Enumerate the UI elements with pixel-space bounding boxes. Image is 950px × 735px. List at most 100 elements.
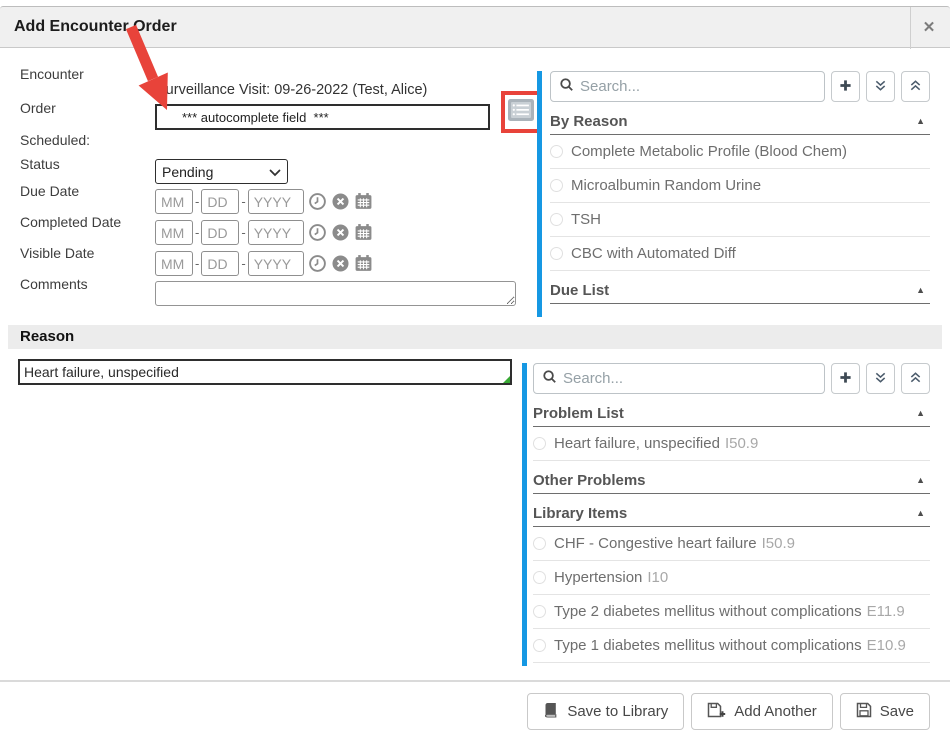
date-separator: - — [241, 256, 245, 271]
visible-date-year-input[interactable] — [248, 251, 304, 276]
calendar-icon[interactable] — [354, 192, 373, 211]
expand-all-button[interactable] — [866, 363, 895, 394]
visible-date-day-input[interactable] — [201, 251, 239, 276]
reason-search-input[interactable] — [563, 370, 816, 387]
library-item[interactable]: Hypertension I10 — [533, 561, 930, 595]
section-header-due-list[interactable]: Due List ▲ — [550, 277, 930, 304]
clock-icon[interactable] — [308, 254, 327, 273]
icd-code: E10.9 — [867, 637, 906, 654]
library-item[interactable]: Type 1 diabetes mellitus without complic… — [533, 629, 930, 663]
save-plus-icon — [707, 702, 726, 722]
order-search-row — [550, 71, 930, 102]
collapse-arrow-icon: ▲ — [916, 116, 930, 126]
section-header-problem-list[interactable]: Problem List ▲ — [533, 400, 930, 427]
icd-code: I50.9 — [762, 535, 795, 552]
reason-input-wrap — [18, 359, 512, 385]
status-label: Status — [20, 156, 60, 172]
problem-item[interactable]: Heart failure, unspecified I50.9 — [533, 427, 930, 461]
save-button[interactable]: Save — [840, 693, 930, 730]
order-autocomplete-input[interactable] — [155, 104, 490, 130]
collapse-arrow-icon: ▲ — [916, 285, 930, 295]
due-date-year-input[interactable] — [248, 189, 304, 214]
order-option-item[interactable]: CBC with Automated Diff — [550, 237, 930, 271]
library-item[interactable]: CHF - Congestive heart failure I50.9 — [533, 527, 930, 561]
footer-divider — [0, 680, 950, 682]
status-select[interactable]: Pending — [155, 159, 288, 184]
add-another-button[interactable]: Add Another — [691, 693, 833, 730]
problem-label: Heart failure, unspecified — [554, 435, 720, 452]
clock-icon[interactable] — [308, 192, 327, 211]
clear-date-icon[interactable] — [331, 223, 350, 242]
completed-date-year-input[interactable] — [248, 220, 304, 245]
add-order-button[interactable] — [831, 71, 860, 102]
clear-date-icon[interactable] — [331, 192, 350, 211]
close-icon[interactable]: ✕ — [916, 17, 942, 39]
icd-code: I10 — [647, 569, 668, 586]
double-chevron-up-icon — [909, 371, 922, 387]
collapse-all-button[interactable] — [901, 363, 930, 394]
reason-search-row — [533, 363, 930, 394]
order-search-input[interactable] — [580, 78, 816, 95]
library-item[interactable]: Type 2 diabetes mellitus without complic… — [533, 595, 930, 629]
add-encounter-order-dialog: Add Encounter Order ✕ Encounter Order Sc… — [0, 0, 950, 735]
double-chevron-down-icon — [874, 79, 887, 95]
date-separator: - — [195, 256, 199, 271]
search-icon — [559, 77, 580, 97]
chevron-down-icon — [269, 164, 281, 180]
floppy-icon — [856, 702, 872, 722]
expand-all-button[interactable] — [866, 71, 895, 102]
add-reason-button[interactable] — [831, 363, 860, 394]
section-header-by-reason[interactable]: By Reason ▲ — [550, 108, 930, 135]
calendar-icon[interactable] — [354, 223, 373, 242]
order-option-item[interactable]: Complete Metabolic Profile (Blood Chem) — [550, 135, 930, 169]
visible-date-month-input[interactable] — [155, 251, 193, 276]
footer-actions: Save to Library Add Another Save — [527, 693, 930, 730]
search-icon — [542, 369, 563, 389]
radio-icon — [533, 437, 546, 450]
completed-date-month-input[interactable] — [155, 220, 193, 245]
double-chevron-up-icon — [909, 79, 922, 95]
library-item-label: CHF - Congestive heart failure — [554, 535, 757, 552]
icd-code: E11.9 — [867, 603, 905, 620]
calendar-icon[interactable] — [354, 254, 373, 273]
collapse-all-button[interactable] — [901, 71, 930, 102]
comments-textarea[interactable] — [155, 281, 516, 306]
dialog-titlebar: Add Encounter Order ✕ — [0, 6, 950, 48]
section-title: Problem List — [533, 405, 916, 422]
encounter-label: Encounter — [20, 66, 84, 82]
status-selected-value: Pending — [162, 164, 269, 180]
order-list-picker-button[interactable] — [507, 98, 535, 124]
due-date-day-input[interactable] — [201, 189, 239, 214]
section-title: By Reason — [550, 113, 916, 130]
clock-icon[interactable] — [308, 223, 327, 242]
order-picker-panel: By Reason ▲ Complete Metabolic Profile (… — [537, 71, 930, 317]
radio-icon — [550, 145, 563, 158]
reason-autocomplete-input[interactable] — [18, 359, 512, 385]
section-header-other-problems[interactable]: Other Problems ▲ — [533, 467, 930, 494]
book-icon — [543, 702, 559, 722]
collapse-arrow-icon: ▲ — [916, 408, 930, 418]
collapse-arrow-icon: ▲ — [916, 475, 930, 485]
due-date-row: - - — [155, 189, 373, 214]
order-option-label: CBC with Automated Diff — [571, 245, 736, 262]
section-header-library-items[interactable]: Library Items ▲ — [533, 500, 930, 527]
order-option-item[interactable]: Microalbumin Random Urine — [550, 169, 930, 203]
reason-search-box — [533, 363, 825, 394]
reason-section-title: Reason — [20, 328, 74, 345]
icd-code: I50.9 — [725, 435, 758, 452]
clear-date-icon[interactable] — [331, 254, 350, 273]
due-date-month-input[interactable] — [155, 189, 193, 214]
radio-icon — [533, 571, 546, 584]
encounter-value: Surveillance Visit: 09-26-2022 (Test, Al… — [156, 82, 427, 98]
reason-picker-panel: Problem List ▲ Heart failure, unspecifie… — [522, 363, 930, 666]
order-option-label: TSH — [571, 211, 601, 228]
library-item-label: Hypertension — [554, 569, 642, 586]
section-title: Due List — [550, 282, 916, 299]
completed-date-day-input[interactable] — [201, 220, 239, 245]
save-to-library-button[interactable]: Save to Library — [527, 693, 684, 730]
radio-icon — [533, 605, 546, 618]
order-option-item[interactable]: TSH — [550, 203, 930, 237]
order-label: Order — [20, 100, 56, 116]
dialog-title: Add Encounter Order — [14, 18, 177, 36]
order-search-box — [550, 71, 825, 102]
